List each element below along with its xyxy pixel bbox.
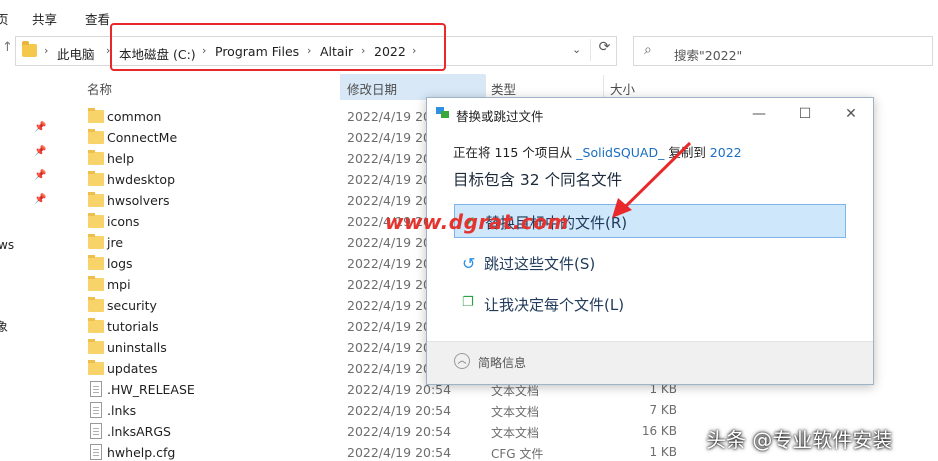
text-file-icon bbox=[90, 444, 102, 460]
pin-icon[interactable]: 📌 bbox=[34, 146, 46, 157]
close-button[interactable]: ✕ bbox=[829, 102, 873, 126]
column-header-name[interactable]: 名称 bbox=[84, 74, 340, 100]
pin-icon[interactable]: 📌 bbox=[34, 122, 46, 133]
breadcrumb-this-pc[interactable]: 此电脑 bbox=[57, 44, 95, 63]
folder-icon bbox=[88, 129, 104, 144]
tab-home-partial[interactable]: 页 bbox=[0, 9, 9, 28]
compare-files-icon: ❐ bbox=[462, 295, 474, 310]
chevron-down-icon[interactable]: ⌄ bbox=[572, 43, 581, 56]
skip-files-option[interactable]: ↺ 跳过这些文件(S) bbox=[454, 246, 846, 280]
minimize-button[interactable]: — bbox=[737, 102, 781, 126]
brand-watermark: 头条 @专业软件安装 bbox=[706, 428, 893, 452]
search-input[interactable]: ⌕ 搜索"2022" bbox=[633, 36, 933, 66]
text-file-icon bbox=[90, 402, 102, 418]
dialog-footer: ︿ 简略信息 bbox=[427, 341, 873, 384]
folder-icon bbox=[22, 41, 37, 57]
chevron-right-icon: › bbox=[44, 44, 49, 57]
folder-icon bbox=[88, 318, 104, 333]
conflict-summary: 目标包含 32 个同名文件 bbox=[453, 171, 623, 189]
watermark-text: www.dgrat.com bbox=[385, 210, 569, 234]
folder-icon bbox=[88, 255, 104, 270]
destination-folder-link[interactable]: 2022 bbox=[710, 145, 742, 160]
nav-item-partial[interactable]: 象 bbox=[0, 318, 8, 335]
folder-icon bbox=[88, 171, 104, 186]
list-item[interactable]: .lnks 2022/4/19 20:54 文本文档 7 KB bbox=[84, 401, 684, 422]
search-placeholder: 搜索"2022" bbox=[674, 48, 743, 63]
folder-icon bbox=[88, 150, 104, 165]
navigation-pane: 📌 📌 📌 📌 l ws 象 bbox=[0, 70, 60, 461]
chevron-up-icon[interactable]: ︿ bbox=[454, 353, 470, 369]
tab-share[interactable]: 共享 bbox=[32, 9, 57, 28]
folder-icon bbox=[88, 360, 104, 375]
red-arrow-annotation bbox=[612, 141, 692, 218]
folder-icon bbox=[88, 297, 104, 312]
search-icon: ⌕ bbox=[644, 42, 652, 58]
skip-arrow-icon: ↺ bbox=[462, 254, 476, 273]
refresh-icon[interactable]: ⟳ bbox=[590, 39, 618, 61]
text-file-icon bbox=[90, 381, 102, 397]
nav-item-partial[interactable]: ws bbox=[0, 238, 14, 252]
folder-icon bbox=[88, 192, 104, 207]
list-item[interactable]: hwhelp.cfg 2022/4/19 20:54 CFG 文件 1 KB bbox=[84, 443, 684, 461]
copy-icon bbox=[436, 107, 450, 119]
folder-icon bbox=[88, 234, 104, 249]
dialog-titlebar[interactable]: 替换或跳过文件 — ☐ ✕ bbox=[427, 98, 873, 130]
folder-icon bbox=[88, 213, 104, 228]
text-file-icon bbox=[90, 423, 102, 439]
address-highlight-box bbox=[110, 23, 446, 71]
folder-icon bbox=[88, 339, 104, 354]
decide-each-file-option[interactable]: ❐ 让我决定每个文件(L) bbox=[454, 287, 846, 321]
fewer-details-link[interactable]: 简略信息 bbox=[478, 354, 526, 371]
folder-icon bbox=[88, 108, 104, 123]
maximize-button[interactable]: ☐ bbox=[783, 102, 827, 126]
tab-view[interactable]: 查看 bbox=[85, 9, 110, 28]
pin-icon[interactable]: 📌 bbox=[34, 194, 46, 205]
pin-icon[interactable]: 📌 bbox=[34, 170, 46, 181]
up-arrow-icon[interactable]: ↑ bbox=[2, 40, 14, 60]
folder-icon bbox=[88, 276, 104, 291]
dialog-title: 替换或跳过文件 bbox=[456, 109, 544, 124]
list-item[interactable]: .lnksARGS 2022/4/19 20:54 文本文档 16 KB bbox=[84, 422, 684, 443]
